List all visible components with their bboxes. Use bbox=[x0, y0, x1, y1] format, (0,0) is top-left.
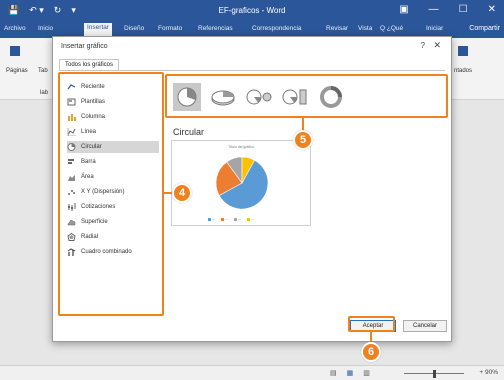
tab-referencias[interactable]: Referencias bbox=[198, 25, 233, 32]
callout-6: 6 bbox=[361, 342, 381, 362]
tab-tell-me[interactable]: Q ¿Qué bbox=[380, 25, 403, 32]
tab-inicio[interactable]: Inicio bbox=[38, 25, 53, 32]
close-icon[interactable]: ✕ bbox=[433, 40, 441, 51]
share-button[interactable]: Compartir bbox=[469, 25, 500, 32]
legend-item: — bbox=[208, 217, 215, 221]
pages-icon[interactable] bbox=[10, 46, 20, 56]
pages-label[interactable]: Páginas bbox=[6, 68, 28, 74]
web-layout-icon[interactable]: ▥ bbox=[363, 369, 370, 377]
pie-chart bbox=[215, 156, 269, 210]
callout-5: 5 bbox=[293, 130, 313, 150]
zoom-level[interactable]: + 90% bbox=[479, 369, 498, 376]
ribbon-display-icon[interactable]: ▣ bbox=[399, 4, 408, 15]
ok-button-highlight bbox=[348, 316, 395, 332]
chart-preview[interactable]: Título del gráfico — — — — bbox=[171, 140, 311, 226]
minimize-icon[interactable]: — bbox=[429, 4, 439, 15]
legend-item: — bbox=[247, 217, 254, 221]
cancel-button[interactable]: Cancelar bbox=[403, 320, 447, 332]
tab-diseno[interactable]: Diseño bbox=[124, 25, 144, 32]
comment-icon[interactable] bbox=[458, 46, 468, 56]
tab-divider bbox=[59, 70, 445, 71]
ribbon-group-label: lab bbox=[40, 90, 49, 96]
preview-heading: Circular bbox=[173, 127, 205, 137]
legend-item: — bbox=[221, 217, 228, 221]
print-layout-icon[interactable]: ▦ bbox=[347, 369, 354, 377]
callout-4: 4 bbox=[172, 183, 192, 203]
tab-vista[interactable]: Vista bbox=[358, 25, 372, 32]
zoom-slider-handle[interactable] bbox=[433, 370, 436, 378]
table-label[interactable]: Tab bbox=[38, 68, 48, 74]
status-bar: ▤ ▦ ▥ + 90% bbox=[0, 365, 504, 380]
tab-formato[interactable]: Formato bbox=[158, 25, 182, 32]
subtype-gallery-highlight bbox=[165, 74, 448, 118]
dialog-title: Insertar gráfico bbox=[61, 43, 108, 50]
help-icon[interactable]: ? bbox=[421, 41, 425, 50]
chart-type-list-highlight bbox=[58, 72, 164, 316]
window-controls: ▣ — ☐ ✕ bbox=[399, 4, 496, 15]
ribbon-right-label[interactable]: ntados bbox=[454, 68, 472, 74]
maximize-icon[interactable]: ☐ bbox=[459, 4, 468, 15]
read-mode-icon[interactable]: ▤ bbox=[330, 369, 337, 377]
word-title-bar: 💾 ↶ ▾ ↻ ▾ EF-graficos - Word ▣ — ☐ ✕ bbox=[0, 0, 504, 22]
tab-correspondencia[interactable]: Correspondencia bbox=[252, 25, 302, 32]
close-window-icon[interactable]: ✕ bbox=[488, 4, 496, 15]
tab-archivo[interactable]: Archivo bbox=[4, 25, 26, 32]
legend-item: — bbox=[234, 217, 241, 221]
tab-iniciar[interactable]: Iniciar bbox=[426, 25, 443, 32]
tab-revisar[interactable]: Revisar bbox=[326, 25, 348, 32]
view-buttons: ▤ ▦ ▥ bbox=[330, 369, 370, 377]
chart-legend: — — — — bbox=[208, 217, 254, 221]
